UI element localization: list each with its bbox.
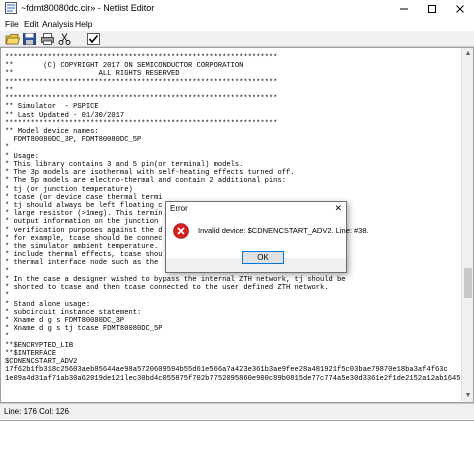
code-line: * (5, 144, 10, 153)
code-line: ** ALL RIGHTS RESERVED (5, 70, 180, 79)
dialog-message: Invalid device: $CDNENCSTART_ADV2. Line:… (198, 226, 369, 235)
code-line: ** (C) COPYRIGHT 2017 ON SEMICONDUCTOR C… (5, 62, 244, 71)
window-title: ~fdmt80080dc.cir» - Netlist Editor (21, 3, 155, 13)
menu-analysis[interactable]: Analysis (42, 19, 74, 29)
code-line: ** (5, 86, 14, 95)
close-button[interactable] (446, 0, 474, 17)
vertical-scrollbar[interactable]: ▲ ▼ (461, 48, 473, 402)
code-line: * The 3p models are isothermal with self… (5, 169, 295, 178)
ok-button[interactable]: OK (242, 251, 284, 264)
code-line: **$ENCRYPTED_LIB (5, 341, 74, 350)
code-line: * Xname d g s FDMT80080DC_3P (5, 317, 125, 325)
code-line: ****************************************… (5, 95, 278, 104)
maximize-icon (428, 4, 436, 13)
code-line: FDMT80080DC_3P, FDMT80080DC_5P (5, 136, 142, 145)
dialog-title-bar: Error ✕ (166, 202, 346, 216)
menu-help[interactable]: Help (75, 19, 92, 29)
code-line: * This library contains 3 and 5 pin(or t… (5, 160, 244, 169)
app-icon (5, 2, 17, 14)
open-folder-icon[interactable] (5, 32, 20, 46)
code-line: * The 5p models are electro-thermal and … (5, 177, 286, 186)
menu-bar: File Edit Analysis Help (0, 17, 474, 31)
code-line: ****************************************… (5, 119, 278, 128)
code-line: ****************************************… (5, 78, 278, 87)
code-line: ** Model device names: (5, 127, 99, 136)
scroll-up-icon[interactable]: ▲ (462, 48, 473, 60)
code-line: * tj (or junction temperature) (5, 185, 133, 194)
close-icon[interactable]: ✕ (334, 203, 342, 214)
code-line: * Stand alone usage: (5, 300, 91, 309)
check-icon[interactable] (86, 32, 101, 46)
code-line: ****************************************… (5, 54, 278, 62)
code-line: 1e09a4d31af71ab30a62019de121lec30bd4c055… (5, 374, 461, 383)
code-line: $CDNENCSTART_ADV2 (5, 358, 78, 367)
code-line: * In the case a designer wished to bypas… (5, 275, 346, 284)
code-line: ** Last Updated - 01/30/2017 (5, 111, 125, 120)
error-icon (173, 223, 189, 239)
dialog-title: Error (170, 204, 188, 213)
cursor-position: Line: 176 Col: 126 (4, 407, 69, 416)
code-line: * shorted to tcase and then tcase connec… (5, 284, 329, 293)
cut-icon[interactable] (57, 32, 72, 46)
code-line: ** Simulator - PSPICE (5, 103, 99, 112)
code-line: **$INTERFACE (5, 349, 57, 358)
menu-edit[interactable]: Edit (24, 19, 39, 29)
dialog-body: Invalid device: $CDNENCSTART_ADV2. Line:… (166, 216, 369, 272)
close-icon (456, 4, 464, 13)
error-dialog: Error ✕ Invalid device: $CDNENCSTART_ADV… (165, 201, 369, 273)
title-bar: ~fdmt80080dc.cir» - Netlist Editor (0, 0, 474, 17)
code-line: * (5, 292, 10, 301)
code-line: * Usage: (5, 152, 40, 161)
scroll-thumb[interactable] (464, 268, 472, 298)
print-icon[interactable] (40, 32, 55, 46)
maximize-button[interactable] (418, 0, 446, 17)
menu-file[interactable]: File (5, 19, 19, 29)
output-pane[interactable] (0, 420, 474, 454)
minimize-button[interactable] (390, 0, 418, 17)
code-line: 17f62b1fb318c25603aeb85644ae98a572060959… (5, 366, 448, 375)
code-line: * Xname d g s tj tcase FDMT80080DC_5P (5, 325, 163, 334)
code-line: * (5, 333, 10, 342)
status-bar: Line: 176 Col: 126 (0, 403, 474, 419)
save-icon[interactable] (22, 32, 37, 46)
minimize-icon (400, 8, 408, 9)
scroll-down-icon[interactable]: ▼ (462, 390, 473, 402)
toolbar (0, 31, 474, 47)
code-line: * subcircuit instance statement: (5, 308, 142, 317)
